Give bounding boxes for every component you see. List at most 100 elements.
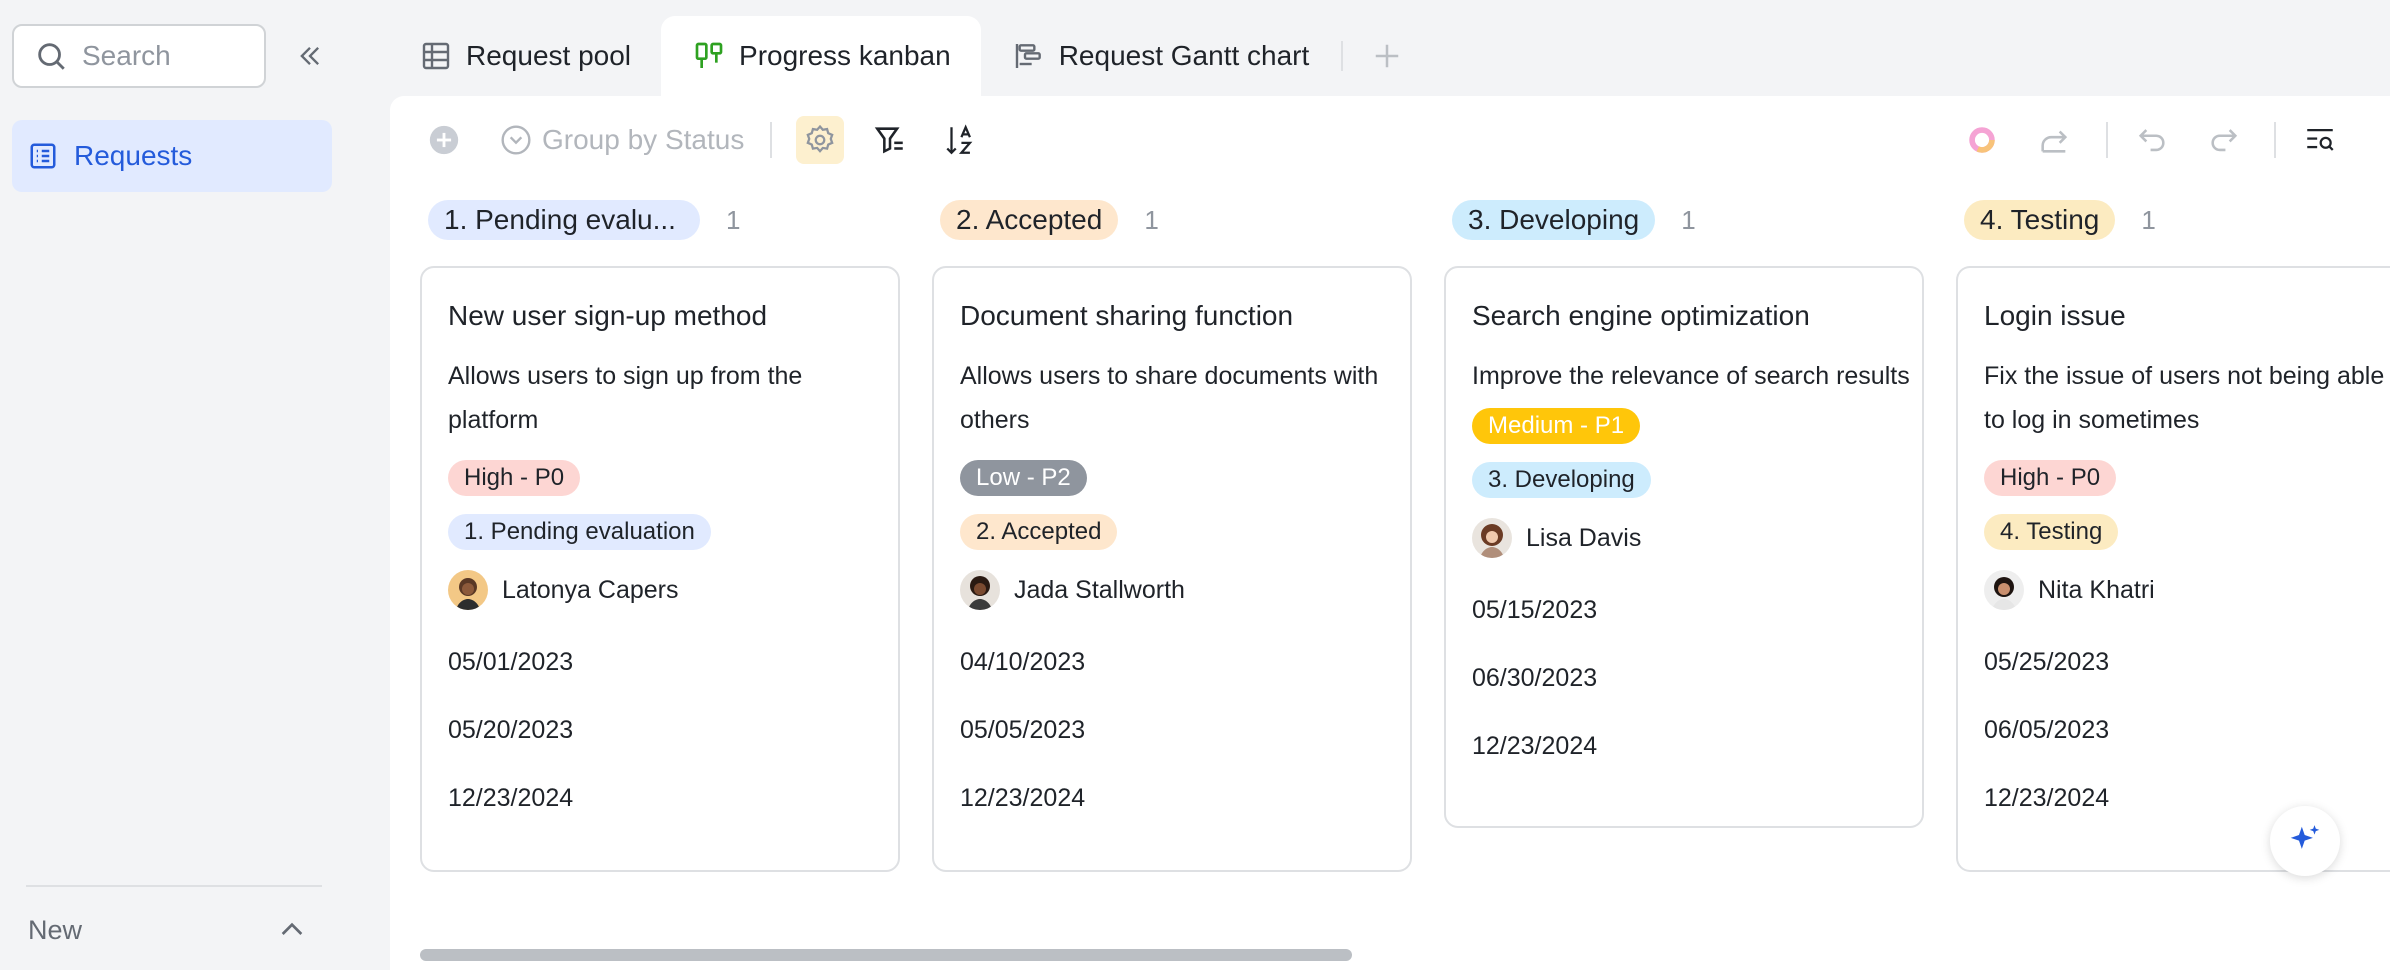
priority-badge: Low - P2 xyxy=(960,460,1087,496)
status-badge: 3. Developing xyxy=(1472,462,1651,498)
record-card[interactable]: Search engine optimization Improve the r… xyxy=(1444,266,1924,828)
start-date: 04/10/2023 xyxy=(960,648,1086,676)
group-by-button[interactable]: Group by Status xyxy=(500,116,744,164)
card-title: Login issue xyxy=(1984,300,2126,331)
assignee-name: Nita Khatri xyxy=(2038,575,2155,604)
card-title: Document sharing function xyxy=(960,300,1294,331)
chevron-down-circle-icon xyxy=(501,125,531,155)
search-list-icon xyxy=(2307,128,2334,151)
undo-icon xyxy=(2138,129,2165,152)
column-header-pending[interactable]: 1. Pending evalu... 1 xyxy=(428,200,740,240)
status-tag: 3. Developing xyxy=(1452,200,1656,240)
status-badge: 2. Accepted xyxy=(960,514,1118,550)
new-section-toggle[interactable]: New xyxy=(28,905,308,955)
ai-assistant-button[interactable] xyxy=(1958,116,2006,164)
settings-button[interactable] xyxy=(796,116,844,164)
kanban-icon xyxy=(695,42,723,68)
sparkle-icon xyxy=(2290,825,2320,849)
group-by-label: Group by Status xyxy=(542,124,745,155)
end-date: 06/05/2023 xyxy=(1984,716,2110,744)
ai-sparkle-button[interactable] xyxy=(2270,806,2340,876)
priority-badge: High - P0 xyxy=(1984,460,2117,496)
avatar xyxy=(1984,570,2024,610)
record-card[interactable]: Login issue Fix the issue of users not b… xyxy=(1956,266,2390,872)
table-icon xyxy=(422,42,450,70)
assignee-name: Lisa Davis xyxy=(1526,523,1642,552)
start-date: 05/25/2023 xyxy=(1984,648,2110,676)
end-date: 05/20/2023 xyxy=(448,716,574,744)
toolbar-divider xyxy=(2106,122,2108,158)
redo-icon xyxy=(2211,129,2238,152)
column-header-testing[interactable]: 4. Testing 1 xyxy=(1964,200,2156,240)
share-icon xyxy=(2041,130,2068,153)
undo-button[interactable] xyxy=(2128,116,2176,164)
updated-date: 12/23/2024 xyxy=(960,784,1086,812)
end-date: 05/05/2023 xyxy=(960,716,1086,744)
collapse-sidebar-button[interactable] xyxy=(290,36,330,76)
assignee: Lisa Davis xyxy=(1472,516,1896,560)
toolbar-divider xyxy=(2274,122,2276,158)
plus-circle-icon xyxy=(429,125,459,155)
tab-label: Progress kanban xyxy=(739,40,951,71)
tab-divider xyxy=(1341,41,1344,71)
add-view-button[interactable] xyxy=(1367,36,1407,76)
end-date: 06/30/2023 xyxy=(1472,664,1598,692)
redo-button[interactable] xyxy=(2200,116,2248,164)
assignee-name: Jada Stallworth xyxy=(1014,575,1185,604)
filter-button[interactable] xyxy=(866,116,914,164)
start-date: 05/01/2023 xyxy=(448,648,574,676)
status-tag: 4. Testing xyxy=(1964,200,2116,240)
search-icon xyxy=(38,43,65,70)
card-title: New user sign-up method xyxy=(448,300,768,331)
card-description: Allows users to share documents with oth… xyxy=(960,362,1379,434)
search-records-button[interactable] xyxy=(2296,116,2344,164)
record-card[interactable]: New user sign-up method Allows users to … xyxy=(420,266,900,872)
filter-icon xyxy=(874,127,903,154)
column-count: 1 xyxy=(726,204,741,235)
sort-button[interactable] xyxy=(936,116,984,164)
status-tag: 1. Pending evalu... xyxy=(428,200,700,240)
priority-badge: High - P0 xyxy=(448,460,581,496)
add-record-button[interactable] xyxy=(420,116,468,164)
column-header-developing[interactable]: 3. Developing 1 xyxy=(1452,200,1696,240)
assignee: Nita Khatri xyxy=(1984,568,2370,612)
card-description: Improve the relevance of search results xyxy=(1472,362,1910,390)
sidebar-item-label: Requests xyxy=(74,140,193,171)
sidebar-divider xyxy=(26,885,322,887)
table-list-icon xyxy=(30,143,56,169)
tab-label: Request pool xyxy=(466,40,632,71)
toolbar-divider xyxy=(770,122,772,158)
card-description: Allows users to sign up from the platfor… xyxy=(448,362,803,434)
kanban-panel: Group by Status 1. Pending evalu... 1 Ne… xyxy=(390,96,2390,970)
horizontal-scrollbar[interactable] xyxy=(420,949,1352,961)
search-input[interactable] xyxy=(82,40,252,72)
gear-icon xyxy=(806,124,834,153)
assignee: Jada Stallworth xyxy=(960,568,1384,612)
record-card[interactable]: Document sharing function Allows users t… xyxy=(932,266,1412,872)
tab-request-gantt-chart[interactable]: Request Gantt chart xyxy=(981,16,1340,96)
column-header-accepted[interactable]: 2. Accepted 1 xyxy=(940,200,1159,240)
avatar xyxy=(448,570,488,610)
column-count: 1 xyxy=(1144,204,1159,235)
assignee: Latonya Capers xyxy=(448,568,872,612)
avatar xyxy=(1472,518,1512,558)
tab-progress-kanban[interactable]: Progress kanban xyxy=(661,16,981,96)
priority-badge: Medium - P1 xyxy=(1472,408,1641,444)
tab-request-pool[interactable]: Request pool xyxy=(390,16,661,96)
status-badge: 1. Pending evaluation xyxy=(448,514,711,550)
status-badge: 4. Testing xyxy=(1984,514,2119,550)
chevron-up-icon xyxy=(281,922,303,935)
share-button[interactable] xyxy=(2030,116,2078,164)
card-title: Search engine optimization xyxy=(1472,300,1810,331)
double-chevron-left-icon xyxy=(300,47,319,65)
column-count: 1 xyxy=(2141,204,2156,235)
updated-date: 12/23/2024 xyxy=(448,784,574,812)
sort-az-icon xyxy=(946,124,973,155)
card-description: Fix the issue of users not being able to… xyxy=(1984,362,2385,434)
column-count: 1 xyxy=(1681,204,1696,235)
assignee-name: Latonya Capers xyxy=(502,575,679,604)
search-box[interactable] xyxy=(12,24,266,88)
sidebar-item-requests[interactable]: Requests xyxy=(12,120,332,192)
new-label: New xyxy=(28,914,83,945)
color-ring-icon xyxy=(1969,127,1995,153)
